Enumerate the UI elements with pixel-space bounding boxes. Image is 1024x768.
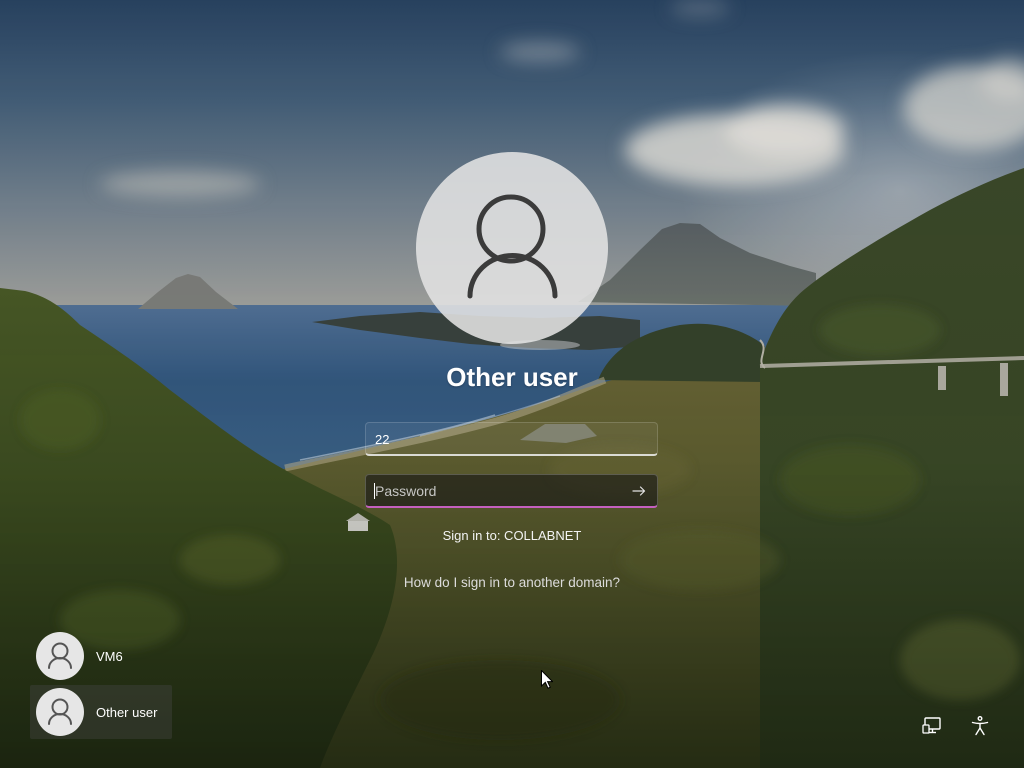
user-item-label: Other user bbox=[96, 705, 158, 720]
user-name-title: Other user bbox=[446, 362, 578, 392]
password-input[interactable] bbox=[366, 475, 616, 507]
other-domain-help-link[interactable]: How do I sign in to another domain? bbox=[0, 574, 1024, 592]
network-button[interactable] bbox=[920, 714, 944, 738]
user-item-other-user[interactable]: Other user bbox=[30, 685, 172, 739]
username-field[interactable] bbox=[365, 422, 658, 456]
user-avatar bbox=[416, 152, 608, 344]
accessibility-icon bbox=[971, 716, 989, 736]
user-item-vm6[interactable]: VM6 bbox=[30, 629, 172, 683]
sign-in-domain-text: Sign in to: COLLABNET bbox=[442, 528, 582, 543]
accessibility-button[interactable] bbox=[968, 714, 992, 738]
person-icon bbox=[48, 642, 72, 669]
user-avatar-small bbox=[36, 632, 84, 680]
mouse-cursor bbox=[541, 670, 553, 689]
user-avatar-small bbox=[36, 688, 84, 736]
person-icon bbox=[467, 194, 558, 299]
password-field[interactable] bbox=[365, 474, 658, 508]
submit-button[interactable] bbox=[621, 475, 657, 507]
arrow-right-icon bbox=[632, 486, 646, 496]
text-cursor bbox=[374, 483, 375, 499]
username-input[interactable] bbox=[366, 423, 616, 455]
user-item-label: VM6 bbox=[96, 649, 123, 664]
network-icon bbox=[922, 717, 941, 734]
person-icon bbox=[48, 698, 72, 725]
lock-screen: Other user Sign in to: COLLABNET How do … bbox=[0, 0, 1024, 768]
